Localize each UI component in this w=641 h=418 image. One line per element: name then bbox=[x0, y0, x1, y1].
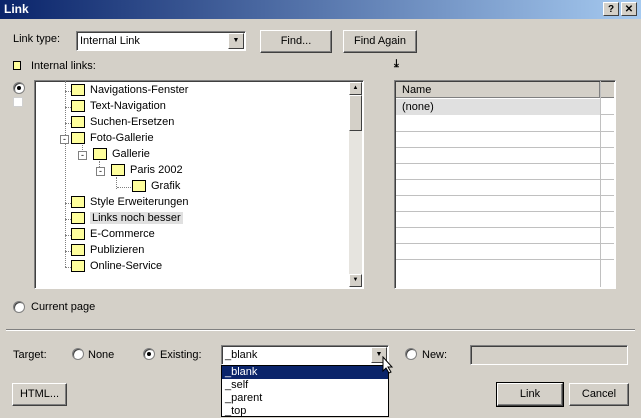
dropdown-option-parent[interactable]: _parent bbox=[222, 392, 388, 405]
folder-icon bbox=[71, 132, 85, 144]
tree-item-label: Online-Service bbox=[90, 260, 163, 272]
html-button[interactable]: HTML... bbox=[12, 383, 67, 406]
scroll-up-icon[interactable]: ▲ bbox=[349, 82, 362, 95]
anchors-list[interactable]: Name (none) bbox=[394, 80, 616, 289]
anchor-icon: ⤓ bbox=[394, 58, 399, 70]
dropdown-option-top[interactable]: _top bbox=[222, 405, 388, 418]
tree-item[interactable]: Online-Service bbox=[65, 259, 221, 275]
internal-links-radio[interactable] bbox=[13, 82, 25, 94]
tree-item-selected[interactable]: Links noch besser bbox=[65, 211, 221, 227]
tree-item-label: Style Erweiterungen bbox=[90, 196, 189, 208]
folder-icon bbox=[71, 228, 85, 240]
tree-item-label: Links noch besser bbox=[90, 212, 183, 224]
target-existing-value: _blank bbox=[225, 349, 258, 361]
link-type-label: Link type: bbox=[13, 33, 61, 45]
folder-icon bbox=[111, 164, 125, 176]
collapse-icon[interactable]: - bbox=[96, 167, 105, 176]
target-new-label: New: bbox=[422, 349, 448, 361]
link-button[interactable]: Link bbox=[496, 382, 564, 407]
scroll-down-icon[interactable]: ▼ bbox=[349, 274, 362, 287]
window-title: Link bbox=[4, 2, 29, 16]
folder-icon bbox=[71, 100, 85, 112]
find-button[interactable]: Find... bbox=[260, 30, 332, 53]
target-dropdown-list[interactable]: _blank _self _parent _top bbox=[221, 365, 389, 417]
tree-item-label: Suchen-Ersetzen bbox=[90, 116, 175, 128]
tree-item[interactable]: Style Erweiterungen bbox=[65, 195, 221, 211]
tree-item[interactable]: E-Commerce bbox=[65, 227, 221, 243]
folder-icon bbox=[71, 260, 85, 272]
folder-icon bbox=[93, 148, 107, 160]
extra-column-header bbox=[600, 82, 614, 98]
target-label: Target: bbox=[13, 349, 47, 361]
target-new-radio[interactable] bbox=[405, 348, 417, 360]
tree-item[interactable]: Navigations-Fenster bbox=[65, 83, 221, 99]
link-type-value: Internal Link bbox=[80, 35, 140, 47]
folder-icon bbox=[71, 116, 85, 128]
title-bar: Link ? ✕ bbox=[0, 0, 641, 19]
tree-item-label: Foto-Gallerie bbox=[90, 132, 154, 144]
tree-item-label: Paris 2002 bbox=[130, 164, 183, 176]
current-page-radio[interactable] bbox=[13, 301, 25, 313]
dropdown-option-self[interactable]: _self bbox=[222, 379, 388, 392]
folder-icon bbox=[71, 84, 85, 96]
cancel-button[interactable]: Cancel bbox=[569, 383, 629, 406]
external-links-checkbox[interactable] bbox=[13, 97, 23, 107]
name-column-header[interactable]: Name bbox=[396, 82, 600, 98]
tree-item-label: Gallerie bbox=[112, 148, 150, 160]
link-type-select[interactable]: Internal Link ▼ bbox=[76, 31, 246, 51]
tree-item-label: Publizieren bbox=[90, 244, 145, 256]
tree-item-label: Grafik bbox=[151, 180, 181, 192]
current-page-label: Current page bbox=[31, 301, 96, 313]
tree-item[interactable]: - Foto-Gallerie bbox=[60, 131, 221, 147]
tree-item[interactable]: Publizieren bbox=[65, 243, 221, 259]
target-existing-label: Existing: bbox=[160, 349, 202, 361]
divider bbox=[6, 329, 635, 331]
scroll-thumb[interactable] bbox=[349, 95, 362, 131]
tree-item[interactable]: Text-Navigation bbox=[65, 99, 221, 115]
find-again-button[interactable]: Find Again bbox=[343, 30, 417, 53]
tree-item[interactable]: - Paris 2002 bbox=[96, 163, 261, 179]
close-button[interactable]: ✕ bbox=[621, 2, 637, 16]
help-button[interactable]: ? bbox=[603, 2, 619, 16]
internal-links-tree[interactable]: Navigations-Fenster Text-Navigation Such… bbox=[34, 80, 364, 289]
target-existing-radio[interactable] bbox=[143, 348, 155, 360]
tree-item[interactable]: Grafik bbox=[117, 179, 282, 195]
target-new-input[interactable] bbox=[470, 345, 628, 365]
target-none-label: None bbox=[88, 349, 115, 361]
folder-icon bbox=[71, 196, 85, 208]
target-existing-select[interactable]: _blank ▼ bbox=[221, 345, 389, 365]
folder-icon bbox=[71, 212, 85, 224]
chevron-down-icon[interactable]: ▼ bbox=[228, 33, 244, 49]
tree-scrollbar[interactable]: ▲ ▼ bbox=[349, 82, 362, 287]
tree-item[interactable]: Suchen-Ersetzen bbox=[65, 115, 221, 131]
folder-icon bbox=[13, 61, 21, 70]
collapse-icon[interactable]: - bbox=[60, 135, 69, 144]
tree-line bbox=[65, 81, 66, 267]
folder-icon bbox=[71, 244, 85, 256]
target-none-radio[interactable] bbox=[72, 348, 84, 360]
list-item[interactable]: (none) bbox=[396, 99, 600, 115]
tree-item[interactable]: - Gallerie bbox=[78, 147, 243, 163]
dropdown-option-blank[interactable]: _blank bbox=[222, 366, 388, 379]
folder-icon bbox=[132, 180, 146, 192]
tree-item-label: Navigations-Fenster bbox=[90, 84, 189, 96]
internal-links-label: Internal links: bbox=[31, 60, 96, 72]
mouse-cursor-icon bbox=[382, 356, 394, 374]
collapse-icon[interactable]: - bbox=[78, 151, 87, 160]
tree-item-label: E-Commerce bbox=[90, 228, 155, 240]
tree-item-label: Text-Navigation bbox=[90, 100, 166, 112]
